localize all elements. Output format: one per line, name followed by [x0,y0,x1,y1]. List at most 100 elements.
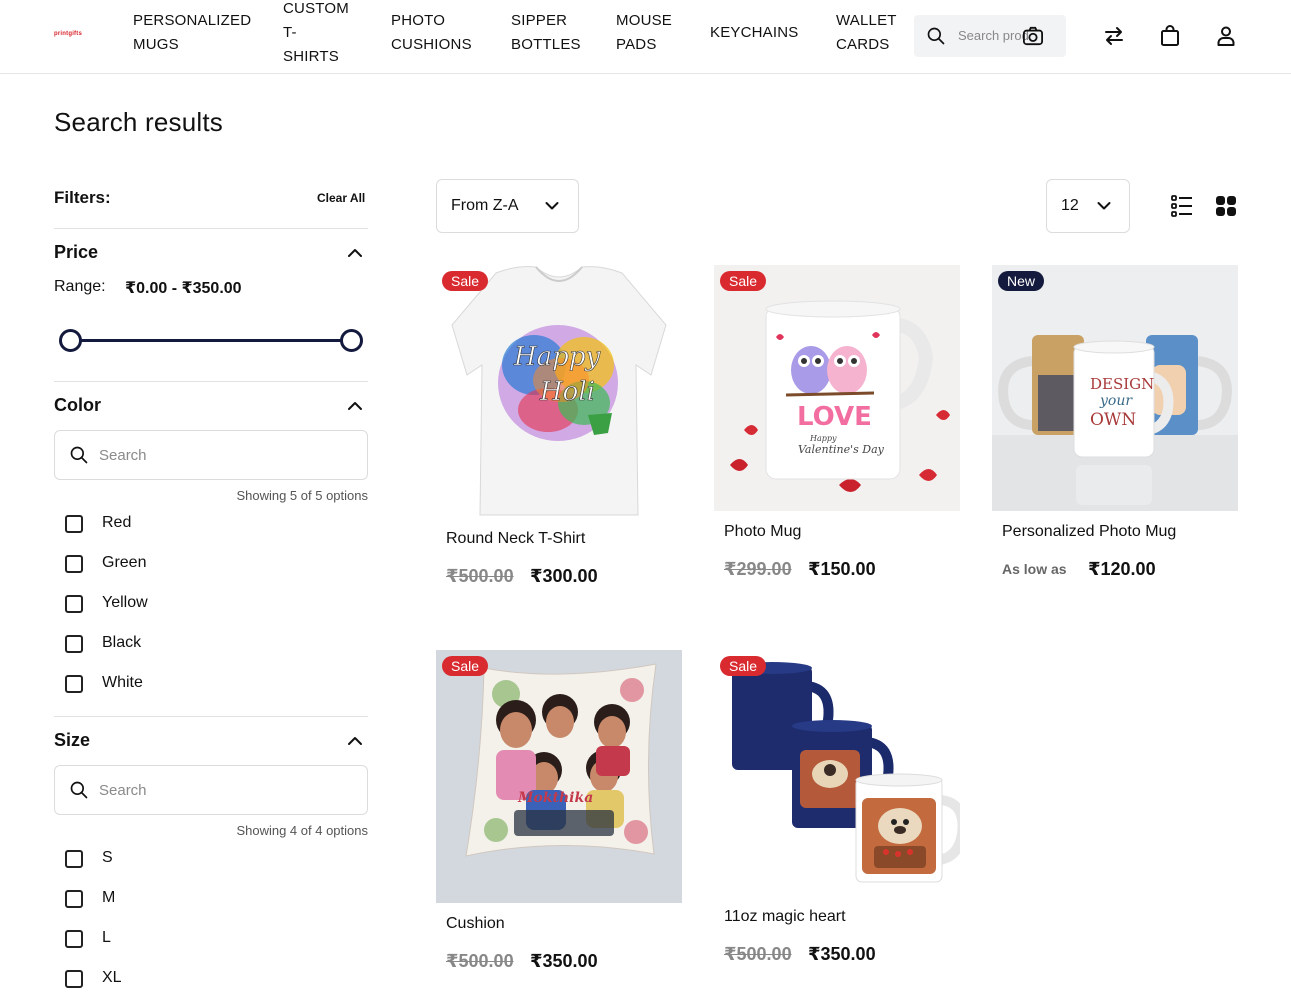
grid-view-icon[interactable] [1214,194,1238,218]
product-name[interactable]: Photo Mug [724,523,801,541]
list-view-icon[interactable] [1170,194,1194,218]
nav-label: Shirts [283,48,339,65]
product-name[interactable]: 11oz magic heart [724,908,846,926]
clear-all-button[interactable]: Clear All [317,191,365,205]
site-logo[interactable]: printgifts [54,31,82,37]
size-search-input[interactable]: Search [54,765,368,815]
tshirt-image: Happy Holi [451,266,667,516]
product-image[interactable]: Mokthika [436,650,682,903]
limit-select[interactable]: 12 [1046,179,1130,233]
nav-keychains[interactable]: Keychains [710,21,799,45]
checkbox[interactable] [65,850,83,868]
product-image[interactable]: DESIGN your OWN [992,265,1238,511]
option-label: S [102,849,113,866]
chevron-down-icon [545,202,559,210]
nav-label: Pads [616,36,657,53]
checkbox[interactable] [65,890,83,908]
new-badge: New [998,271,1045,291]
product-card[interactable]: Mokthika Sale Cushion ₹500.00 ₹350.00 [436,650,682,980]
sort-select[interactable]: From Z-A [436,179,579,233]
divider [54,381,368,382]
product-name[interactable]: Round Neck T-Shirt [446,530,585,548]
option-label: XL [102,969,122,986]
nav-mouse-pads[interactable]: Mouse Pads [616,9,672,57]
as-low-as-label: As low as [1002,561,1067,577]
site-header: printgifts Personalized Mugs Custom T- S… [0,0,1291,74]
product-old-price: ₹500.00 [724,944,792,964]
personalized-mug-image: DESIGN your OWN [992,265,1238,511]
svg-text:Happy: Happy [809,434,837,443]
checkbox[interactable] [65,970,83,988]
option-label: L [102,929,111,946]
color-options-count: Showing 5 of 5 options [236,488,368,503]
nav-personalized-mugs[interactable]: Personalized Mugs [133,9,251,57]
svg-text:DESIGN: DESIGN [1090,375,1154,393]
chevron-up-icon[interactable] [347,248,363,258]
product-card[interactable]: Happy Holi Sale Round Neck T-Shirt ₹500.… [436,265,682,595]
checkbox[interactable] [65,595,83,613]
nav-label: Photo [391,12,446,29]
sale-badge: Sale [720,271,767,291]
product-card[interactable]: Sale 11oz magic heart ₹500.00 ₹350.00 [714,650,960,970]
product-image[interactable]: LOVE Happy Valentine's Day [714,265,960,511]
svg-text:OWN: OWN [1090,410,1136,430]
chevron-up-icon[interactable] [347,736,363,746]
nav-sipper-bottles[interactable]: Sipper Bottles [511,9,581,57]
chevron-up-icon[interactable] [347,401,363,411]
svg-text:LOVE: LOVE [797,402,872,432]
product-price: ₹300.00 [530,566,598,586]
size-options-count: Showing 4 of 4 options [236,823,368,838]
header-search[interactable]: Search products... [914,15,1066,57]
product-image[interactable]: Happy Holi [436,265,682,518]
nav-wallet-cards[interactable]: Wallet Cards [836,9,897,57]
sale-badge: Sale [442,656,489,676]
product-card[interactable]: LOVE Happy Valentine's Day Sale Photo Mu… [714,265,960,585]
search-icon [927,27,945,45]
bag-icon[interactable] [1158,24,1182,48]
nav-custom-t-shirts[interactable]: Custom T- Shirts [283,0,349,69]
page-title: Search results [54,107,223,137]
nav-label: Mouse [616,12,673,29]
product-name[interactable]: Cushion [446,915,505,933]
option-label: Yellow [102,594,148,611]
nav-photo-cushions[interactable]: Photo Cushions [391,9,472,57]
nav-label: Mugs [133,36,179,53]
sort-value: From Z-A [451,197,519,214]
product-old-price: ₹500.00 [446,566,514,586]
divider [54,228,368,229]
product-image[interactable] [714,650,960,896]
compare-icon[interactable] [1102,24,1126,48]
checkbox[interactable] [65,555,83,573]
color-section-title[interactable]: Color [54,395,101,416]
price-slider-track[interactable] [70,339,351,342]
magic-mug-image [714,650,960,896]
product-price: ₹350.00 [530,951,598,971]
nav-label: Keychains [710,24,799,41]
price-slider-max-handle[interactable] [339,329,363,352]
price-range-label: Range: [54,278,106,295]
checkbox[interactable] [65,635,83,653]
user-icon[interactable] [1214,24,1238,48]
price-slider-min-handle[interactable] [58,329,82,352]
size-section-title[interactable]: Size [54,730,90,751]
photo-mug-image: LOVE Happy Valentine's Day [714,265,960,511]
cushion-image: Mokthika [436,650,682,903]
checkbox[interactable] [65,675,83,693]
product-name[interactable]: Personalized Photo Mug [1002,523,1176,541]
checkbox[interactable] [65,930,83,948]
search-icon [70,446,88,464]
search-input[interactable]: Search products... [958,28,1028,43]
price-section-title[interactable]: Price [54,242,98,263]
nav-label: Sipper [511,12,568,29]
nav-label: Wallet [836,12,897,29]
chevron-down-icon [1097,202,1111,210]
nav-label: Cushions [391,36,472,53]
sale-badge: Sale [442,271,489,291]
nav-label: Bottles [511,36,581,53]
product-price: ₹150.00 [808,559,876,579]
color-search-input[interactable]: Search [54,430,368,480]
product-card[interactable]: DESIGN your OWN New Personalized Photo M… [992,265,1238,585]
checkbox[interactable] [65,515,83,533]
search-placeholder: Search [99,782,147,799]
camera-icon[interactable] [1022,26,1044,46]
